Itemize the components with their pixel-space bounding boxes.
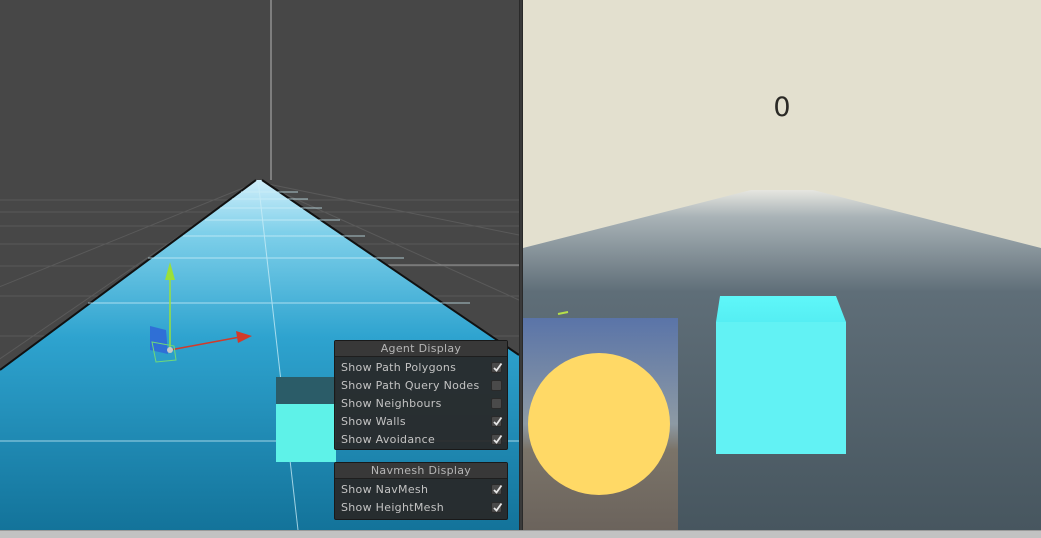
checkbox-unchecked[interactable] (491, 380, 502, 391)
z-axis-arrow-icon[interactable] (150, 326, 168, 354)
toggle-show-path-polygons[interactable]: Show Path Polygons (335, 359, 507, 377)
toggle-show-avoidance[interactable]: Show Avoidance (335, 431, 507, 449)
toggle-show-navmesh[interactable]: Show NavMesh (335, 481, 507, 499)
game-cube (716, 296, 846, 454)
scene-cube[interactable] (276, 377, 336, 462)
game-view[interactable]: 0 (523, 0, 1041, 530)
toggle-label: Show Avoidance (341, 433, 436, 446)
score-label: 0 (773, 92, 791, 123)
agent-display-list: Show Path Polygons Show Path Query Nodes… (335, 357, 507, 452)
toggle-show-heightmesh[interactable]: Show HeightMesh (335, 499, 507, 517)
game-viewport (523, 0, 1041, 530)
checkbox-checked[interactable] (491, 434, 503, 445)
checkbox-checked[interactable] (491, 416, 503, 427)
toggle-show-neighbours[interactable]: Show Neighbours (335, 395, 507, 413)
agent-display-panel: Agent Display Show Path Polygons Show Pa… (334, 340, 508, 450)
toggle-label: Show Walls (341, 415, 406, 428)
checkbox-unchecked[interactable] (491, 398, 502, 409)
scene-view[interactable]: Agent Display Show Path Polygons Show Pa… (0, 0, 519, 530)
yellow-sphere (528, 353, 670, 495)
toggle-label: Show HeightMesh (341, 501, 445, 514)
checkbox-checked[interactable] (491, 362, 503, 373)
checkbox-checked[interactable] (491, 484, 503, 495)
status-bar (0, 530, 1041, 538)
navmesh-display-panel: Navmesh Display Show NavMesh Show Height… (334, 462, 508, 520)
toggle-label: Show Neighbours (341, 397, 442, 410)
toggle-label: Show Path Polygons (341, 361, 457, 374)
navmesh-display-title: Navmesh Display (335, 463, 507, 479)
unity-editor: Agent Display Show Path Polygons Show Pa… (0, 0, 1041, 538)
toggle-label: Show Path Query Nodes (341, 379, 480, 392)
toggle-show-walls[interactable]: Show Walls (335, 413, 507, 431)
agent-display-title: Agent Display (335, 341, 507, 357)
checkbox-checked[interactable] (491, 502, 503, 513)
toggle-label: Show NavMesh (341, 483, 429, 496)
toggle-show-path-query-nodes[interactable]: Show Path Query Nodes (335, 377, 507, 395)
navmesh-display-list: Show NavMesh Show HeightMesh (335, 479, 507, 520)
gizmo-center-icon[interactable] (167, 347, 173, 353)
